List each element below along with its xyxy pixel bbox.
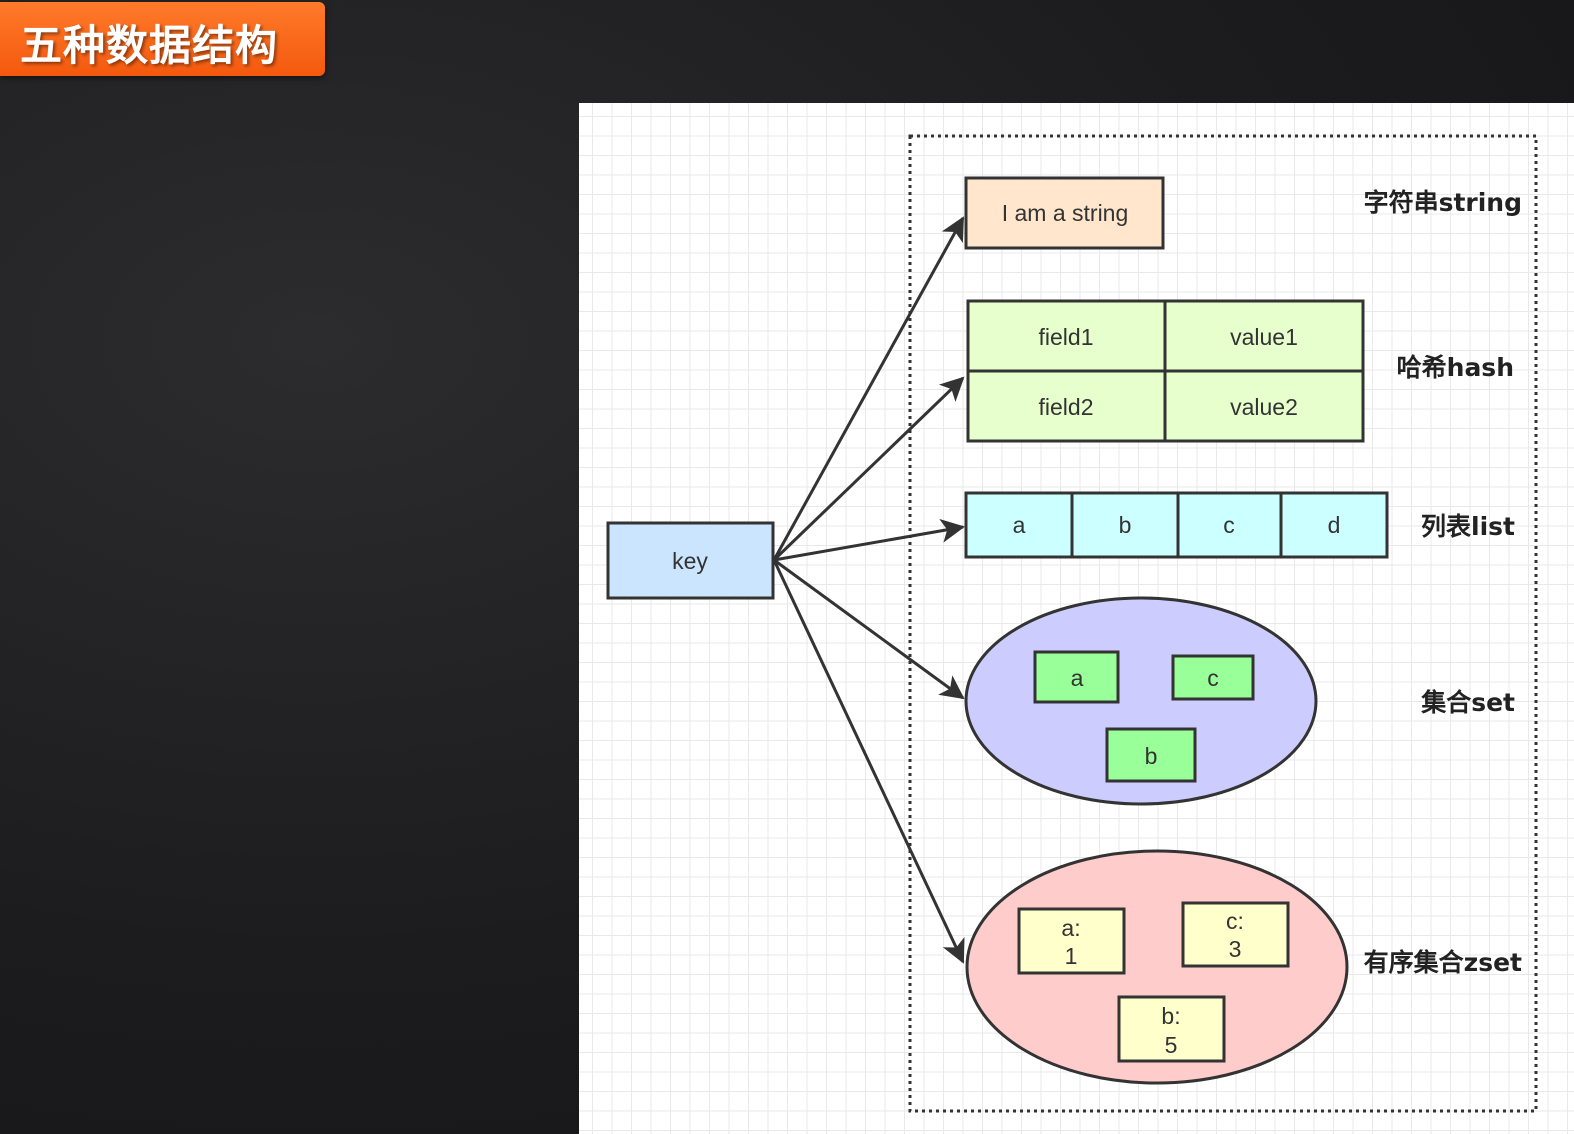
zset-item-b-score: 5 xyxy=(1165,1032,1178,1058)
zset-item-c-member: c: xyxy=(1226,908,1244,934)
hash-field-2: field2 xyxy=(1039,394,1094,420)
list-item-c: c xyxy=(1223,512,1235,538)
set-item-c: c xyxy=(1207,665,1219,691)
set-node: a c b xyxy=(964,596,1318,806)
type-label-list: 列表list xyxy=(1421,512,1515,541)
hash-field-1: field1 xyxy=(1039,324,1094,350)
key-label: key xyxy=(672,548,708,574)
set-item-a: a xyxy=(1071,665,1084,691)
arrow-to-set xyxy=(773,558,965,700)
type-label-hash: 哈希hash xyxy=(1397,353,1514,382)
arrow-to-zset xyxy=(772,559,965,964)
data-structure-diagram: key I am a string 字符串string field1 value… xyxy=(606,134,1538,1113)
arrow-to-string xyxy=(772,216,965,561)
hash-value-2: value2 xyxy=(1230,394,1298,420)
string-node: I am a string xyxy=(964,176,1165,250)
zset-item-a-member: a: xyxy=(1061,915,1080,941)
zset-item-a-score: 1 xyxy=(1065,943,1078,969)
set-item-b: b xyxy=(1145,743,1158,769)
hash-value-1: value1 xyxy=(1230,324,1298,350)
list-node: a b c d xyxy=(964,491,1389,559)
key-node: key xyxy=(606,521,775,600)
zset-item-b-member: b: xyxy=(1161,1003,1180,1029)
type-label-zset: 有序集合zset xyxy=(1364,948,1522,977)
type-label-string: 字符串string xyxy=(1364,188,1522,217)
list-item-d: d xyxy=(1328,512,1341,538)
list-item-a: a xyxy=(1013,512,1026,538)
zset-item-c-score: 3 xyxy=(1229,936,1242,962)
type-label-set: 集合set xyxy=(1420,688,1515,717)
hash-node: field1 value1 field2 value2 xyxy=(966,299,1365,443)
list-item-b: b xyxy=(1119,512,1132,538)
zset-node: a: 1 c: 3 b: 5 xyxy=(965,849,1349,1085)
arrows xyxy=(772,216,965,964)
string-value: I am a string xyxy=(1002,200,1129,226)
